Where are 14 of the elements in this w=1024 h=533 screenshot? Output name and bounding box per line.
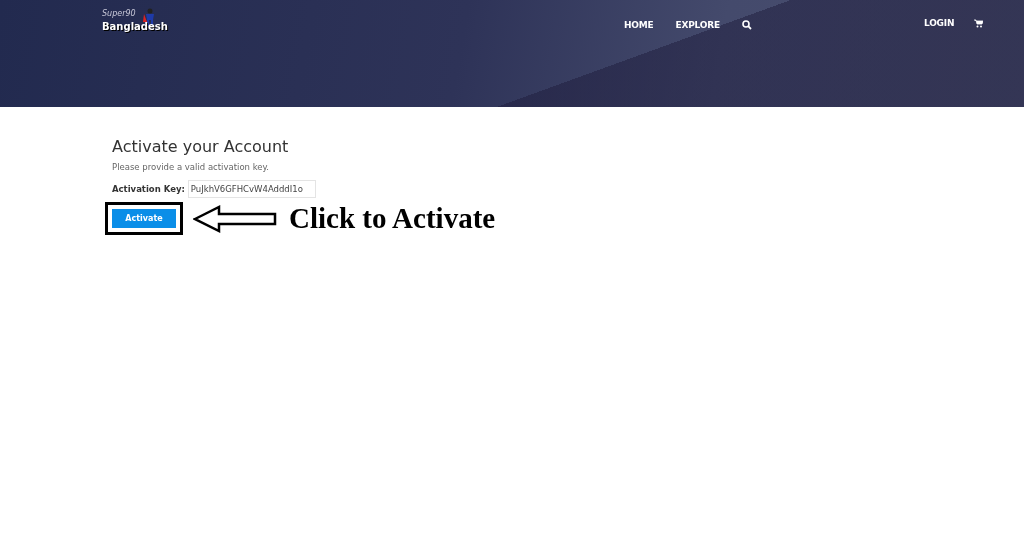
logo[interactable]: Super90 Bangladesh xyxy=(102,10,166,36)
logo-text: Super90 xyxy=(102,10,136,18)
cart-icon[interactable] xyxy=(974,18,984,28)
logo-text: Bangladesh xyxy=(102,22,168,32)
nav-link[interactable]: HOME xyxy=(624,20,654,30)
hint-text: Please provide a valid activation key. xyxy=(112,162,271,172)
nav-link[interactable]: EXPLORE xyxy=(675,20,720,30)
arrow-icon xyxy=(193,204,277,233)
field-label: Activation Key: xyxy=(112,184,185,194)
nav-link[interactable]: LOGIN xyxy=(923,18,955,28)
page-title: Activate your Account xyxy=(112,137,290,156)
search-icon[interactable] xyxy=(741,20,752,30)
annotation-text: Click to Activate xyxy=(289,202,496,235)
activation-key-field[interactable]: PuJkhV6GFHCvW4AdddI1o xyxy=(187,180,316,198)
